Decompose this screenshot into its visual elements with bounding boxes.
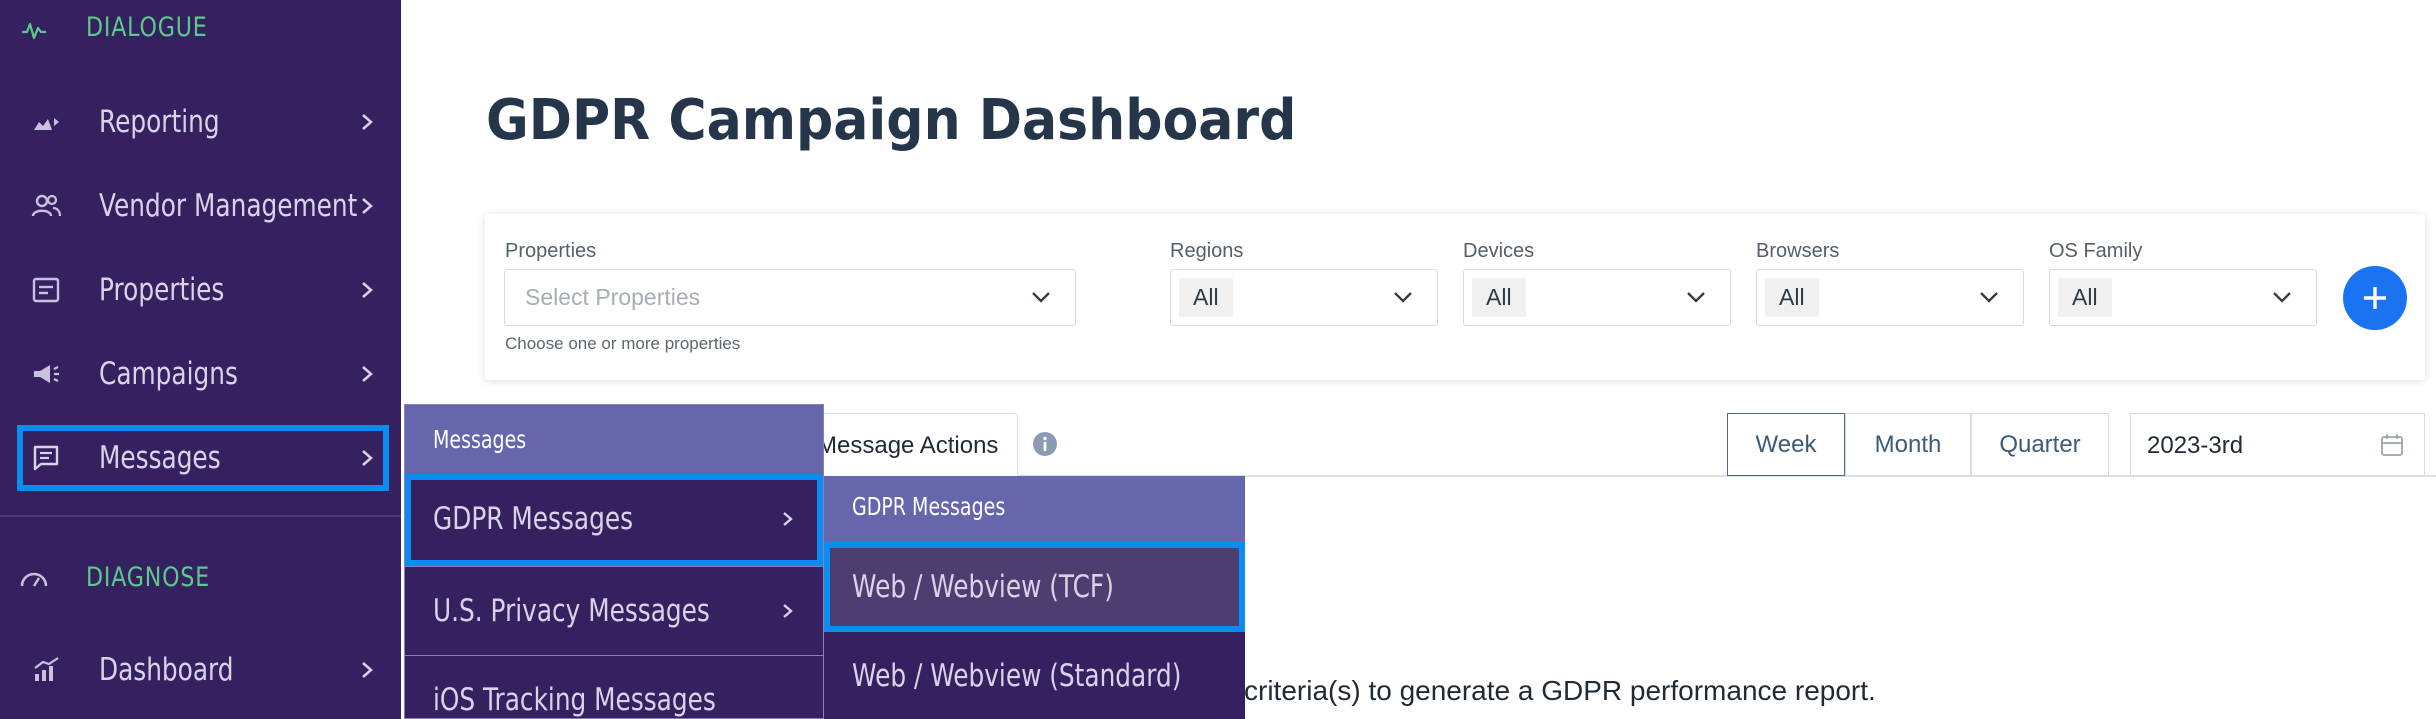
period-week-button[interactable]: Week <box>1727 413 1845 476</box>
messages-flyout-menu: Messages GDPR Messages U.S. Privacy Mess… <box>404 404 824 719</box>
chevron-right-icon <box>783 512 793 526</box>
os-family-label: OS Family <box>2049 240 2143 262</box>
menu-item-label: iOS Tracking Messages <box>433 682 716 718</box>
plus-icon <box>2364 287 2386 309</box>
date-picker-value: 2023-3rd <box>2147 432 2244 459</box>
chevron-right-icon <box>362 366 373 382</box>
section-label: DIALOGUE <box>86 12 208 43</box>
filter-card: Properties Select Properties Choose one … <box>485 214 2425 380</box>
info-icon[interactable] <box>1032 431 1058 457</box>
browsers-label: Browsers <box>1756 240 1840 262</box>
chevron-right-icon <box>783 604 793 618</box>
menu-item-label: GDPR Messages <box>433 501 633 537</box>
menu-item-web-webview-standard[interactable]: Web / Webview (Standard) <box>824 632 1245 719</box>
chevron-down-icon <box>2273 292 2291 303</box>
sidebar-item-vendor-management[interactable]: Vendor Management <box>0 164 401 248</box>
chevron-right-icon <box>362 662 373 678</box>
chevron-down-icon <box>1980 292 1998 303</box>
reporting-icon <box>34 118 59 130</box>
properties-select[interactable]: Select Properties <box>504 269 1076 326</box>
chevron-right-icon <box>362 198 373 214</box>
flyout-header-label: GDPR Messages <box>852 492 1006 521</box>
message-icon <box>33 445 59 471</box>
chevron-right-icon <box>362 114 373 130</box>
properties-help-text: Choose one or more properties <box>505 334 741 353</box>
menu-item-ios-tracking-messages[interactable]: iOS Tracking Messages <box>405 655 823 719</box>
calendar-icon <box>2381 434 2403 456</box>
sidebar-item-dashboard[interactable]: Dashboard <box>0 628 401 712</box>
regions-select[interactable]: All <box>1170 269 1438 326</box>
chevron-down-icon <box>1032 292 1050 303</box>
properties-placeholder: Select Properties <box>525 284 701 310</box>
chevron-down-icon <box>1687 292 1705 303</box>
sidebar-item-label: Messages <box>99 440 221 476</box>
regions-label: Regions <box>1170 240 1244 262</box>
sidebar-item-properties[interactable]: Properties <box>0 248 401 332</box>
browsers-value: All <box>1765 278 1819 317</box>
gdpr-messages-flyout-menu: GDPR Messages Web / Webview (TCF) Web / … <box>824 476 1245 719</box>
section-label: DIAGNOSE <box>86 562 211 593</box>
activity-icon <box>22 22 46 40</box>
menu-item-gdpr-messages[interactable]: GDPR Messages <box>405 474 823 566</box>
regions-value: All <box>1179 278 1233 317</box>
devices-value: All <box>1472 278 1526 317</box>
date-picker[interactable]: 2023-3rd <box>2130 413 2425 476</box>
people-icon <box>31 194 62 217</box>
sidebar-item-label: Dashboard <box>99 652 234 688</box>
megaphone-icon <box>34 365 59 383</box>
chart-up-icon <box>34 657 59 681</box>
flyout-header: Messages <box>405 405 823 477</box>
period-quarter-button[interactable]: Quarter <box>1971 413 2109 476</box>
page-title: GDPR Campaign Dashboard <box>486 88 1297 153</box>
menu-item-web-webview-tcf[interactable]: Web / Webview (TCF) <box>824 542 1245 632</box>
menu-item-label: Web / Webview (Standard) <box>852 658 1182 694</box>
sidebar-item-reporting[interactable]: Reporting <box>0 80 401 164</box>
os-family-value: All <box>2058 278 2112 317</box>
sidebar-item-label: Properties <box>99 272 225 308</box>
flyout-header-label: Messages <box>433 425 527 454</box>
sidebar-item-label: Campaigns <box>99 356 238 392</box>
chevron-right-icon <box>362 282 373 298</box>
period-month-button[interactable]: Month <box>1845 413 1971 476</box>
devices-label: Devices <box>1463 240 1535 262</box>
chevron-down-icon <box>1394 292 1412 303</box>
sidebar-item-label: Reporting <box>99 104 220 140</box>
add-filter-button[interactable] <box>2343 266 2407 330</box>
section-dialogue: DIALOGUE <box>0 0 401 60</box>
gauge-icon <box>20 572 48 587</box>
sidebar: DIALOGUE Reporting Vendor Management Pro… <box>0 0 401 719</box>
properties-icon <box>32 277 60 303</box>
menu-item-label: U.S. Privacy Messages <box>433 593 710 629</box>
properties-label: Properties <box>505 240 597 262</box>
sidebar-item-messages[interactable]: Messages <box>17 425 389 491</box>
devices-select[interactable]: All <box>1463 269 1731 326</box>
os-family-select[interactable]: All <box>2049 269 2317 326</box>
menu-item-us-privacy-messages[interactable]: U.S. Privacy Messages <box>405 566 823 654</box>
menu-item-label: Web / Webview (TCF) <box>852 569 1114 605</box>
section-diagnose: DIAGNOSE <box>0 550 401 610</box>
tab-message-actions[interactable]: Message Actions <box>800 413 1018 475</box>
sidebar-item-campaigns[interactable]: Campaigns <box>0 332 401 416</box>
sidebar-item-label: Vendor Management <box>99 188 358 224</box>
browsers-select[interactable]: All <box>1756 269 2024 326</box>
report-hint-text: criteria(s) to generate a GDPR performan… <box>1244 675 1876 706</box>
chevron-right-icon <box>362 450 373 466</box>
flyout-header: GDPR Messages <box>824 476 1245 542</box>
tab-label: Message Actions <box>817 432 999 459</box>
sidebar-divider <box>0 515 401 517</box>
